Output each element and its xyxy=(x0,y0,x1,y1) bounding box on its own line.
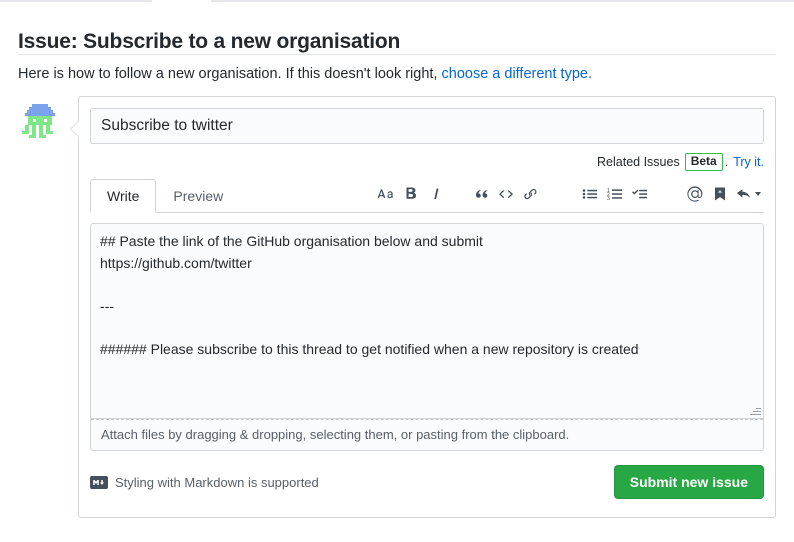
toolbar-group-insert xyxy=(468,181,543,207)
try-it-link[interactable]: Try it. xyxy=(733,155,764,169)
header-divider xyxy=(18,54,776,55)
textarea-resize-handle[interactable] xyxy=(749,404,761,416)
subtitle-text: Here is how to follow a new organisation… xyxy=(18,66,442,82)
bubble-arrow xyxy=(70,121,78,137)
markdown-support-label: Styling with Markdown is supported xyxy=(115,475,319,490)
mention-icon[interactable] xyxy=(682,181,707,207)
task-list-icon[interactable] xyxy=(627,181,652,207)
heading-icon[interactable] xyxy=(373,181,398,207)
unordered-list-icon[interactable] xyxy=(577,181,602,207)
caret-down-icon xyxy=(755,192,761,196)
markdown-icon xyxy=(90,476,108,489)
attach-dashed-divider xyxy=(91,419,763,420)
svg-text:3: 3 xyxy=(607,196,610,202)
quote-icon[interactable] xyxy=(468,181,493,207)
issue-body-editor[interactable]: ## Paste the link of the GitHub organisa… xyxy=(90,223,764,419)
code-icon[interactable] xyxy=(493,181,518,207)
markdown-support-note: Styling with Markdown is supported xyxy=(90,475,319,490)
tab-preview[interactable]: Preview xyxy=(156,179,240,213)
tab-write[interactable]: Write xyxy=(90,179,156,213)
bold-icon[interactable] xyxy=(398,181,423,207)
form-footer: Styling with Markdown is supported Submi… xyxy=(90,465,764,507)
issue-title-input[interactable] xyxy=(90,108,764,144)
comment-form: Related Issues Beta . Try it. Write Prev… xyxy=(78,96,776,518)
attach-files-hint: Attach files by dragging & dropping, sel… xyxy=(91,427,569,442)
related-issues-row: Related Issues Beta . Try it. xyxy=(597,153,764,171)
avatar[interactable] xyxy=(18,100,62,144)
reply-dropdown-icon[interactable] xyxy=(732,181,764,207)
issue-form-page: Issue: Subscribe to a new organisation H… xyxy=(0,0,794,542)
page-subtitle: Here is how to follow a new organisation… xyxy=(18,66,592,82)
top-rule-left xyxy=(0,0,152,2)
toolbar-group-list: 123 xyxy=(577,181,652,207)
related-issues-label: Related Issues xyxy=(597,155,680,169)
choose-different-type-link[interactable]: choose a different type. xyxy=(442,66,592,82)
toolbar-group-text xyxy=(373,181,448,207)
page-title: Issue: Subscribe to a new organisation xyxy=(18,30,400,54)
ordered-list-icon[interactable]: 123 xyxy=(602,181,627,207)
issue-body-text: ## Paste the link of the GitHub organisa… xyxy=(100,231,754,360)
top-rule-right xyxy=(211,0,794,2)
attach-files-dropzone[interactable]: Attach files by dragging & dropping, sel… xyxy=(90,419,764,451)
saved-replies-icon[interactable] xyxy=(707,181,732,207)
italic-icon[interactable] xyxy=(423,181,448,207)
related-issues-separator: . xyxy=(725,155,728,169)
toolbar-group-extra xyxy=(682,181,764,207)
beta-badge: Beta xyxy=(685,153,723,171)
submit-new-issue-button[interactable]: Submit new issue xyxy=(614,465,764,499)
link-icon[interactable] xyxy=(518,181,543,207)
markdown-toolbar: 123 xyxy=(373,175,764,212)
